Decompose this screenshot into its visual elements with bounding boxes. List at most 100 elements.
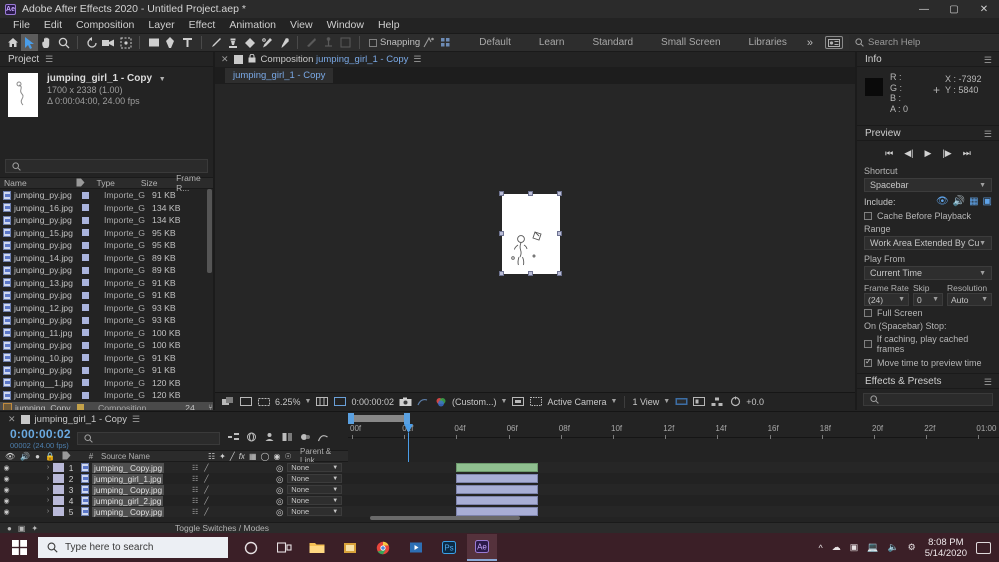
toggle-switches-modes-label[interactable]: Toggle Switches / Modes <box>175 523 269 533</box>
layer-expand-arrow[interactable]: › <box>43 508 53 515</box>
project-row[interactable]: jumping_py.jpg Importe_G 91 KB <box>0 289 213 302</box>
shy-toggle-icon[interactable]: ☷ <box>192 475 198 483</box>
layer-switches[interactable]: ☷ ╱ <box>188 486 276 494</box>
layer-parent[interactable]: ◎ None ▼ <box>276 474 358 484</box>
parent-select[interactable]: None ▼ <box>287 474 343 483</box>
layer-source-name[interactable]: jumping_ Copy.jpg <box>78 506 188 517</box>
chrome-icon[interactable] <box>368 534 398 561</box>
shy-toggle-icon[interactable]: ☷ <box>192 497 198 505</box>
timeline-layer-row[interactable]: ◉ › 2 jumping_girl_1.jpg ☷ ╱ ◎ None ▼ <box>0 473 999 484</box>
effects-panel-menu-icon[interactable]: ☰ <box>984 377 992 388</box>
selection-handle-tc[interactable] <box>528 191 533 196</box>
timeline-horizontal-scrollbar[interactable] <box>370 516 520 520</box>
show-channel-icon[interactable] <box>239 395 253 408</box>
project-item-list[interactable]: jumping_py.jpg Importe_G 91 KB jumping_16.j… <box>0 189 213 410</box>
graph-editor-icon[interactable] <box>317 432 329 445</box>
brush-tool-icon[interactable] <box>207 34 224 51</box>
roto-brush-tool-icon[interactable] <box>258 34 275 51</box>
selection-handle-bc[interactable] <box>528 271 533 276</box>
composition-panel-menu-icon[interactable]: ☰ <box>413 54 421 65</box>
layer-expand-arrow[interactable]: › <box>43 497 53 504</box>
project-row[interactable]: jumping_py.jpg Importe_G 91 KB <box>0 189 213 202</box>
layer-duration-bar[interactable] <box>456 485 538 494</box>
project-row-tag[interactable] <box>78 291 100 299</box>
play-cached-frames-row[interactable]: If caching, play cached frames <box>857 332 999 356</box>
project-row-tag[interactable] <box>78 304 100 312</box>
workspace-default[interactable]: Default <box>465 33 525 52</box>
layer-source-name[interactable]: jumping_ Copy.jpg <box>78 462 188 473</box>
previous-frame-button[interactable]: ◀| <box>904 148 913 159</box>
channel-color-icon[interactable] <box>434 395 448 408</box>
next-frame-button[interactable]: |▶ <box>942 148 951 159</box>
project-row[interactable]: jumping_py.jpg Importe_G 89 KB <box>0 264 213 277</box>
layer-source-name[interactable]: jumping_ Copy.jpg <box>78 484 188 495</box>
grid-icon[interactable] <box>437 34 454 51</box>
file-explorer-icon[interactable] <box>302 534 332 561</box>
layer-duration-bar[interactable] <box>456 474 538 483</box>
task-view-icon[interactable] <box>269 534 299 561</box>
cache-before-playback-checkbox[interactable] <box>864 212 872 220</box>
selection-handle-br[interactable] <box>557 271 562 276</box>
project-row[interactable]: jumping_py.jpg Importe_G 95 KB <box>0 239 213 252</box>
region-of-interest-icon[interactable] <box>257 395 271 408</box>
parent-select[interactable]: None ▼ <box>287 463 343 472</box>
project-row[interactable]: jumping_13.jpg Importe_G 91 KB <box>0 277 213 290</box>
full-screen-checkbox[interactable] <box>864 309 872 317</box>
enable-frame-blending-icon[interactable] <box>282 432 293 445</box>
draft-3d-icon[interactable] <box>246 432 257 445</box>
notifications-icon[interactable] <box>976 541 991 554</box>
eraser-tool-icon[interactable] <box>241 34 258 51</box>
overlays-icon[interactable]: ▦ <box>969 196 978 207</box>
project-row-tag[interactable] <box>78 316 100 324</box>
selection-handle-tl[interactable] <box>499 191 504 196</box>
project-row-tag[interactable] <box>78 254 100 262</box>
enable-motion-blur-icon[interactable] <box>300 432 311 445</box>
layer-parent[interactable]: ◎ None ▼ <box>276 485 358 495</box>
workspace-libraries[interactable]: Libraries <box>735 33 801 52</box>
tray-expand-icon[interactable]: ^ <box>818 543 822 553</box>
layer-expand-arrow[interactable]: › <box>43 486 53 493</box>
selection-handle-mr[interactable] <box>557 231 562 236</box>
layer-visibility-toggle[interactable]: ◉ <box>0 464 13 472</box>
tray-app-icon[interactable]: ▣ <box>850 542 859 553</box>
close-tab-icon[interactable]: ✕ <box>221 54 229 65</box>
move-time-row[interactable]: Move time to preview time <box>857 356 999 370</box>
taskbar-clock[interactable]: 8:08 PM 5/14/2020 <box>925 537 967 559</box>
project-search-input[interactable] <box>5 159 208 173</box>
quality-icon[interactable]: ╱ <box>230 452 235 461</box>
hide-shy-layers-icon[interactable] <box>264 432 275 445</box>
project-row-tag[interactable] <box>78 354 100 362</box>
volume-icon[interactable]: 🔈 <box>887 542 898 553</box>
toggle-switches-icon[interactable]: ● <box>7 524 12 533</box>
bluetooth-icon[interactable]: ⚙ <box>908 542 916 553</box>
media-icon[interactable] <box>401 534 431 561</box>
cache-before-playback-row[interactable]: Cache Before Playback <box>857 209 999 223</box>
layer-duration-bar[interactable] <box>456 496 538 505</box>
timeline-panel-menu-icon[interactable]: ☰ <box>132 414 140 425</box>
first-frame-button[interactable]: ⏮ <box>885 148 893 159</box>
search-help-box[interactable]: Search Help <box>849 35 999 50</box>
skip-select[interactable]: 0 ▼ <box>913 293 943 306</box>
project-row[interactable]: jumping_16.jpg Importe_G 134 KB <box>0 202 213 215</box>
menu-edit[interactable]: Edit <box>37 18 69 33</box>
quality-icon[interactable]: ╱ <box>204 475 208 483</box>
pan-behind-tool-icon[interactable] <box>117 34 134 51</box>
layer-rows[interactable]: ◉ › 1 jumping_ Copy.jpg ☷ ╱ ◎ None ▼ ◉ › 2 jumping_g… <box>0 462 999 517</box>
full-screen-row[interactable]: Full Screen <box>857 306 999 320</box>
effects-icon[interactable]: fx <box>239 452 245 461</box>
project-row[interactable]: jumping_py.jpg Importe_G 91 KB <box>0 364 213 377</box>
preview-panel-menu-icon[interactable]: ☰ <box>984 129 992 140</box>
project-row-tag[interactable] <box>78 204 100 212</box>
source-name-header[interactable]: Source Name <box>98 452 208 461</box>
pixel-aspect-icon[interactable] <box>674 395 688 408</box>
info-panel-menu-icon[interactable]: ☰ <box>984 55 992 66</box>
zoom-tool-icon[interactable] <box>55 34 72 51</box>
close-button[interactable]: ✕ <box>969 0 999 18</box>
show-snapshot-icon[interactable] <box>416 395 430 408</box>
workspace-settings-icon[interactable] <box>825 36 843 49</box>
menu-composition[interactable]: Composition <box>69 18 141 33</box>
timeline-search-input[interactable] <box>76 431 220 445</box>
layer-label-color[interactable] <box>53 507 64 516</box>
range-select[interactable]: Work Area Extended By Current... ▼ <box>864 236 992 250</box>
taskbar-search-box[interactable]: Type here to search <box>38 537 228 558</box>
